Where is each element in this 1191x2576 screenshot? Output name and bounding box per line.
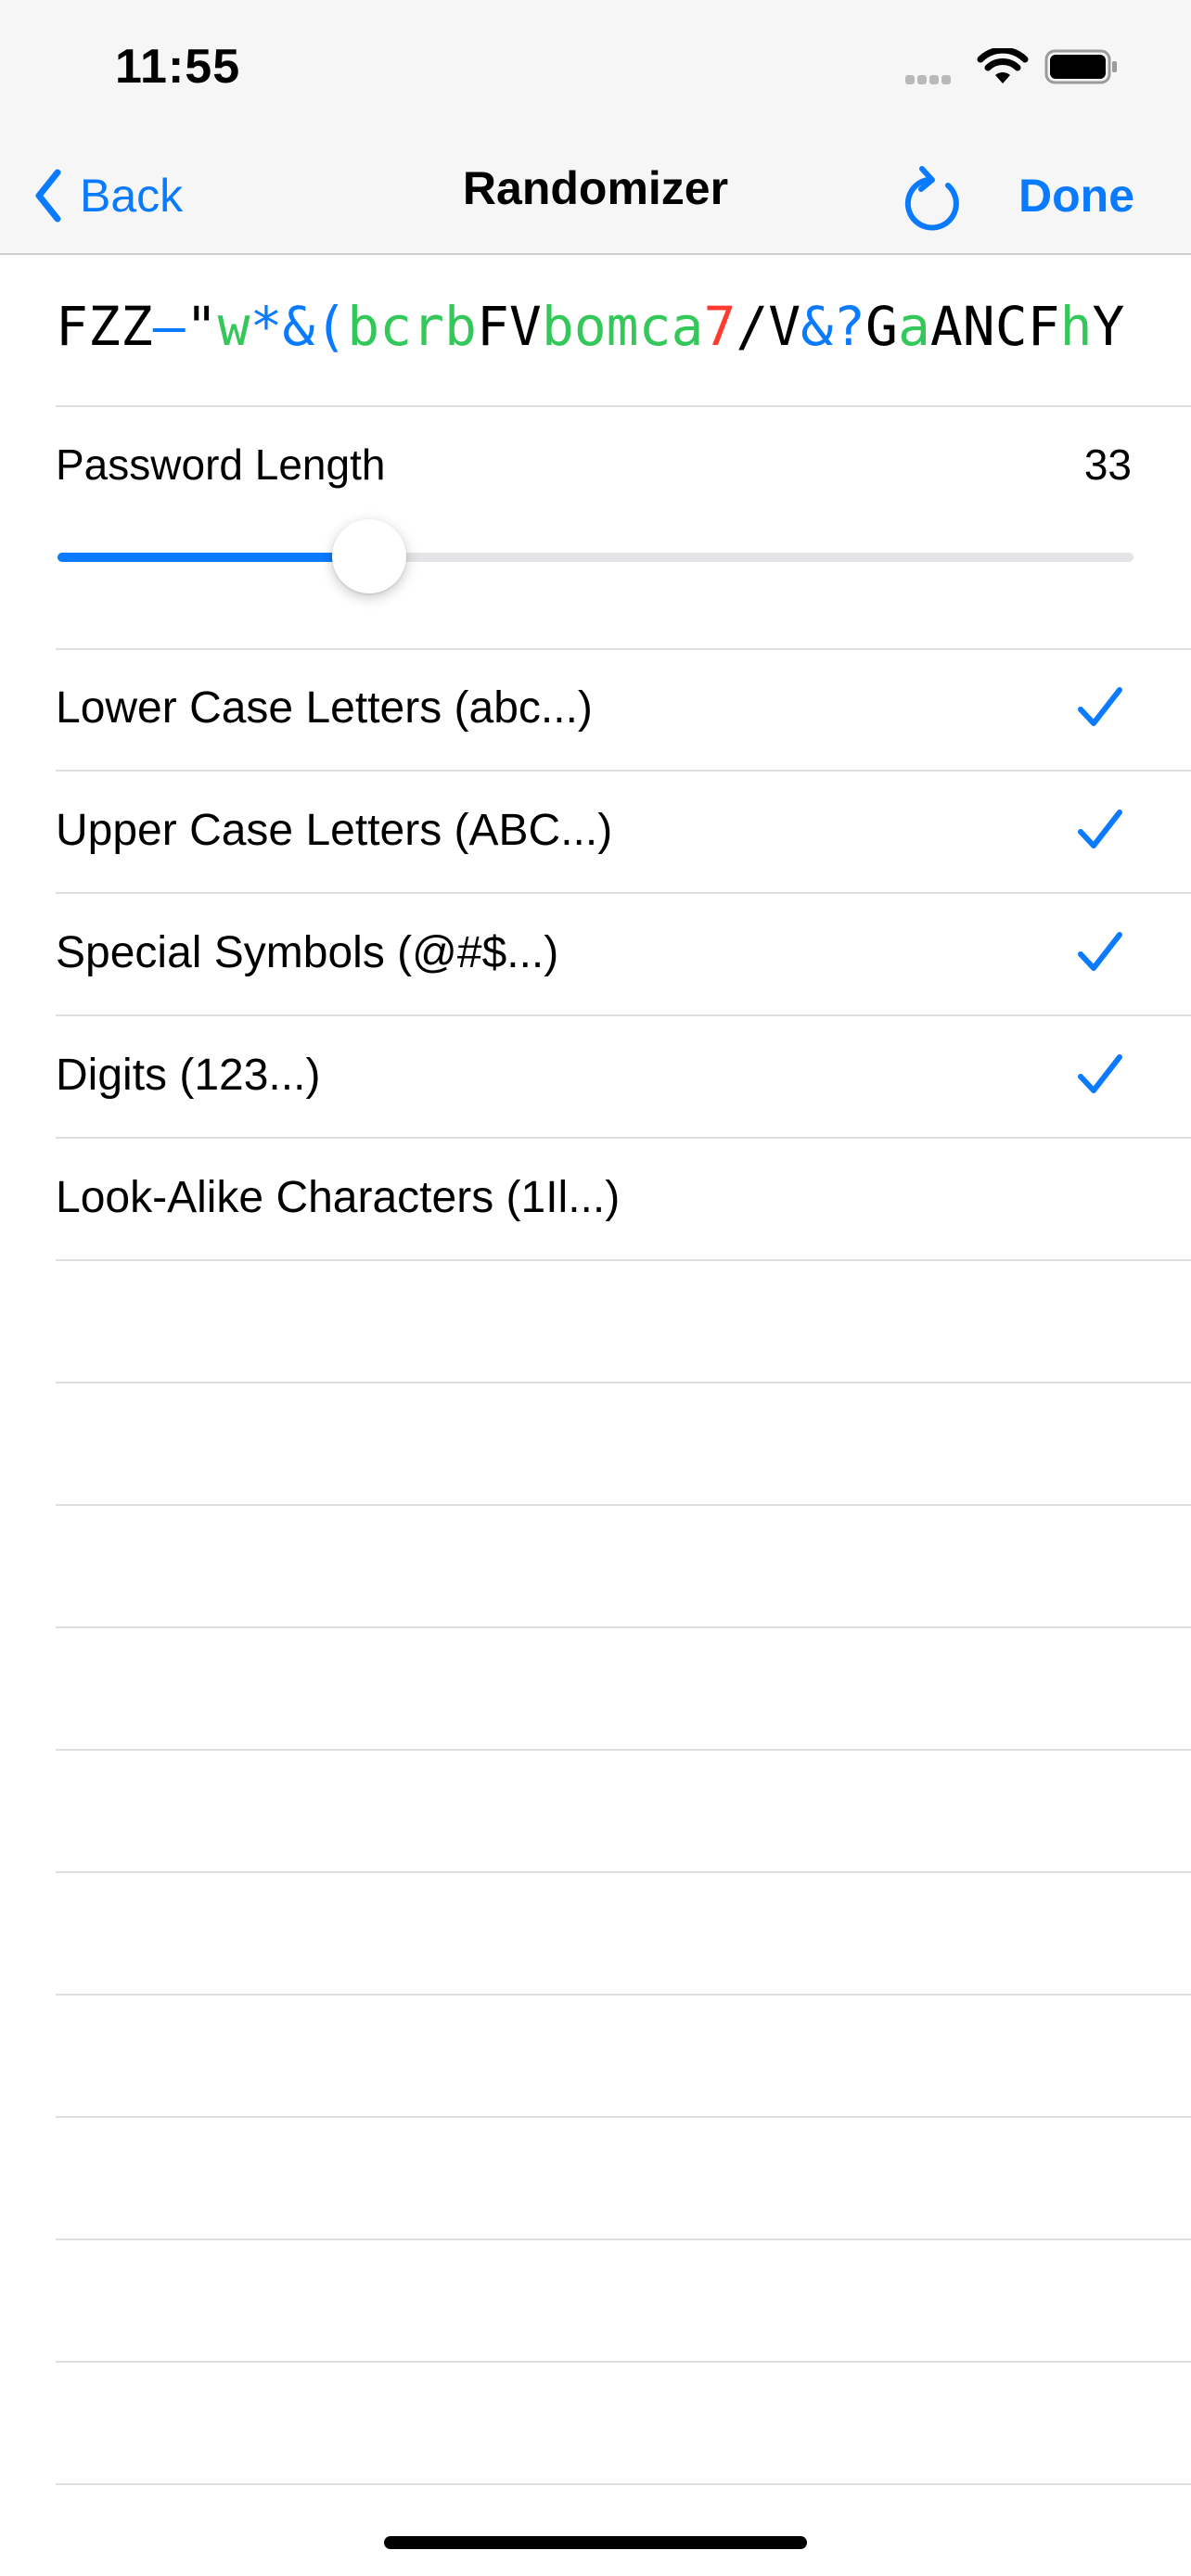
password-segment: G: [865, 295, 898, 358]
password-segment: FV: [476, 295, 542, 358]
divider: [56, 2361, 1191, 2363]
slider-thumb[interactable]: [332, 519, 407, 593]
password-segment: *&(: [250, 295, 348, 358]
option-label: Digits (123...): [56, 1051, 321, 1100]
option-row[interactable]: Digits (123...): [56, 1016, 1191, 1139]
divider: [56, 1626, 1191, 1628]
password-segment: h: [1059, 295, 1093, 358]
refresh-icon: [904, 166, 959, 231]
divider: [56, 1382, 1191, 1384]
divider: [56, 1994, 1191, 1996]
divider: [56, 2483, 1191, 2485]
checkmark-icon: [1076, 684, 1124, 735]
page-title: Randomizer: [462, 162, 729, 214]
done-button[interactable]: Done: [1018, 163, 1134, 228]
battery-icon: [1044, 48, 1121, 90]
password-segment: bomca: [541, 295, 704, 358]
option-row[interactable]: Lower Case Letters (abc...): [56, 649, 1191, 772]
checkmark-icon: [1076, 1052, 1124, 1103]
divider: [56, 1259, 1191, 1261]
password-segment: w: [217, 295, 250, 358]
password-length-value: 33: [1083, 440, 1132, 489]
password-segment: a: [897, 295, 930, 358]
slider-fill: [58, 553, 370, 562]
option-row[interactable]: Upper Case Letters (ABC...): [56, 772, 1191, 894]
password-segment: ": [185, 295, 218, 358]
password-segment: /V: [736, 295, 801, 358]
refresh-button[interactable]: [903, 158, 963, 236]
password-length-slider[interactable]: [58, 519, 1133, 593]
wifi-icon: [976, 46, 1030, 92]
divider: [56, 1504, 1191, 1506]
divider: [56, 1749, 1191, 1751]
option-label: Look-Alike Characters (1Il...): [56, 1173, 621, 1222]
status-time: 11:55: [115, 40, 241, 94]
navigation-bar: Back Randomizer Done: [0, 139, 1191, 255]
password-segment: FZZ: [56, 295, 153, 358]
password-segment: &?: [800, 295, 866, 358]
option-label: Lower Case Letters (abc...): [56, 683, 593, 733]
generated-password[interactable]: FZZ–"w*&(bcrbFVbomca7/V&?GaANCFhY: [56, 295, 1150, 369]
checkmark-icon: [1076, 929, 1124, 980]
option-label: Upper Case Letters (ABC...): [56, 806, 613, 855]
option-row[interactable]: Special Symbols (@#$...): [56, 894, 1191, 1016]
home-indicator: [384, 2536, 807, 2549]
password-segment: Y: [1092, 295, 1125, 358]
cellular-signal-icon: [905, 72, 954, 89]
password-segment: –: [152, 295, 186, 358]
password-segment: 7: [703, 295, 736, 358]
divider: [56, 405, 1191, 407]
password-length-label: Password Length: [56, 440, 386, 489]
option-row[interactable]: Look-Alike Characters (1Il...): [56, 1139, 1191, 1261]
divider: [56, 1871, 1191, 1873]
password-segment: bcrb: [347, 295, 477, 358]
password-segment: ANCF: [929, 295, 1060, 358]
option-label: Special Symbols (@#$...): [56, 928, 559, 977]
divider: [56, 2238, 1191, 2240]
divider: [56, 2116, 1191, 2118]
status-bar: 11:55: [0, 0, 1191, 139]
checkmark-icon: [1076, 807, 1124, 858]
